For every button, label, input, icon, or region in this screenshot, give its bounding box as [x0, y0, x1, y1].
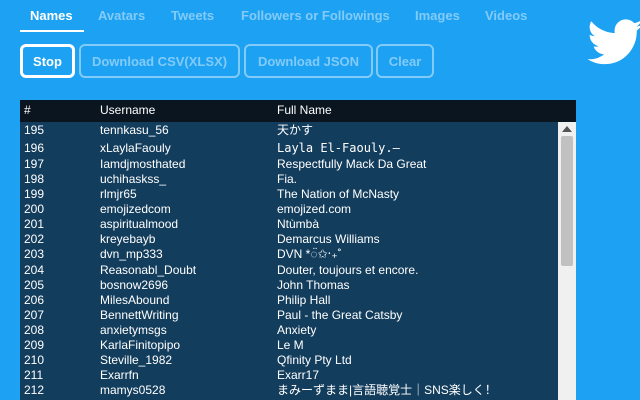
table-row: 196 xLaylaFaouly Layla El-Faouly.— [20, 141, 558, 156]
cell-username: rlmjr65 [100, 187, 137, 201]
cell-num: 206 [24, 293, 45, 307]
cell-fullname: Demarcus Williams [277, 232, 380, 246]
cell-username: xLaylaFaouly [100, 141, 171, 155]
cell-fullname: Douter, toujours et encore. [277, 263, 419, 277]
active-tab-indicator [20, 30, 84, 32]
tab-followers-or-followings[interactable]: Followers or Followings [241, 8, 390, 23]
cell-fullname: Le M [277, 338, 304, 352]
cell-fullname: The Nation of McNasty [277, 187, 400, 201]
cell-num: 198 [24, 172, 45, 186]
cell-fullname: Layla El-Faouly.— [277, 141, 400, 155]
table-row: 204 Reasonabl_Doubt Douter, toujours et en… [20, 263, 558, 278]
header-username: Username [100, 103, 156, 117]
cell-username: MilesAbound [100, 293, 170, 307]
cell-username: dvn_mp333 [100, 247, 163, 261]
table-row: 210 Steville_1982 Qfinity Pty Ltd [20, 353, 558, 368]
cell-fullname: Respectfully Mack Da Great [277, 157, 427, 171]
cell-num: 207 [24, 308, 45, 322]
cell-num: 209 [24, 338, 45, 352]
cell-fullname: Qfinity Pty Ltd [277, 353, 352, 367]
tab-images[interactable]: Images [415, 8, 460, 23]
cell-fullname: 天かす [277, 123, 314, 137]
cell-username: emojizedcom [100, 202, 171, 216]
cell-num: 204 [24, 263, 45, 277]
cell-fullname: まみーずまま|言語聴覚士｜SNS楽しく！ [277, 383, 497, 397]
scrollbar-thumb[interactable] [561, 136, 573, 266]
cell-username: tennkasu_56 [100, 123, 169, 137]
cell-num: 196 [24, 141, 45, 155]
table-row: 211 Exarrfn Exarr17 [20, 368, 558, 383]
table-row: 208 anxietymsgs Anxiety [20, 323, 558, 338]
cell-num: 208 [24, 323, 45, 337]
cell-fullname: Exarr17 [277, 368, 320, 382]
download-csv-button[interactable]: Download CSV(XLSX) [79, 44, 240, 78]
cell-fullname: DVN *◌̈✩‧₊˚ [277, 247, 342, 261]
tab-avatars[interactable]: Avatars [98, 8, 145, 23]
header-fullname: Full Name [277, 103, 332, 117]
cell-fullname: Ntùmbà [277, 217, 320, 231]
cell-num: 200 [24, 202, 45, 216]
stop-button[interactable]: Stop [20, 44, 75, 78]
cell-num: 211 [24, 368, 44, 382]
cell-num: 210 [24, 353, 45, 367]
download-json-button[interactable]: Download JSON [244, 44, 373, 78]
cell-num: 199 [24, 187, 45, 201]
cell-fullname: Philip Hall [277, 293, 331, 307]
tab-bar: Names Avatars Tweets Followers or Follow… [0, 0, 560, 32]
clear-button[interactable]: Clear [376, 44, 434, 78]
cell-num: 212 [24, 383, 45, 397]
table-row: 201 aspiritualmood Ntùmbà [20, 217, 558, 232]
table-row: 209 KarlaFinitopipo Le M [20, 338, 558, 353]
cell-fullname: Fia. [277, 172, 298, 186]
cell-num: 201 [24, 217, 45, 231]
header-num: # [24, 103, 31, 117]
cell-fullname: emojized.com [277, 202, 352, 216]
cell-num: 205 [24, 278, 45, 292]
cell-username: BennettWriting [100, 308, 179, 322]
cell-num: 197 [24, 157, 45, 171]
tab-names[interactable]: Names [30, 8, 73, 23]
cell-username: aspiritualmood [100, 217, 179, 231]
table-row: 205 bosnow2696 John Thomas [20, 278, 558, 293]
cell-username: Exarrfn [100, 368, 139, 382]
cell-username: mamys0528 [100, 383, 166, 397]
cell-fullname: John Thomas [277, 278, 350, 292]
cell-num: 195 [24, 123, 45, 137]
table-row: 197 Iamdjmosthated Respectfully Mack Da Gr… [20, 157, 558, 172]
table-row: 207 BennettWriting Paul - the Great Catsby [20, 308, 558, 323]
cell-fullname: Paul - the Great Catsby [277, 308, 403, 322]
cell-username: Reasonabl_Doubt [100, 263, 197, 277]
cell-username: uchihaskss_ [100, 172, 167, 186]
table-row: 203 dvn_mp333 DVN *◌̈✩‧₊˚ [20, 247, 558, 262]
table-row: 202 kreyebayb Demarcus Williams [20, 232, 558, 247]
table-row: 198 uchihaskss_ Fia. [20, 172, 558, 187]
cell-num: 202 [24, 232, 45, 246]
tab-videos[interactable]: Videos [485, 8, 527, 23]
cell-username: bosnow2696 [100, 278, 169, 292]
tab-tweets[interactable]: Tweets [171, 8, 214, 23]
cell-username: anxietymsgs [100, 323, 167, 337]
cell-username: Steville_1982 [100, 353, 173, 367]
cell-username: kreyebayb [100, 232, 156, 246]
cell-username: KarlaFinitopipo [100, 338, 181, 352]
table-row: 200 emojizedcom emojized.com [20, 202, 558, 217]
cell-username: Iamdjmosthated [100, 157, 186, 171]
names-table: # Username Full Name 195 tennkasu_56 天かす 1… [20, 100, 576, 400]
table-row: 206 MilesAbound Philip Hall [20, 293, 558, 308]
table-scrollbar[interactable] [558, 122, 576, 400]
table-body[interactable]: 195 tennkasu_56 天かす 196 xLaylaFaouly Layla E… [20, 122, 558, 400]
twitter-bird-icon [588, 19, 640, 65]
table-header: # Username Full Name [20, 100, 576, 122]
cell-fullname: Anxiety [277, 323, 317, 337]
table-row: 195 tennkasu_56 天かす [20, 123, 558, 138]
table-row: 199 rlmjr65 The Nation of McNasty [20, 187, 558, 202]
scroll-up-arrow-icon[interactable] [562, 126, 572, 132]
table-row: 212 mamys0528 まみーずまま|言語聴覚士｜SNS楽しく！ [20, 383, 558, 398]
cell-num: 203 [24, 247, 45, 261]
